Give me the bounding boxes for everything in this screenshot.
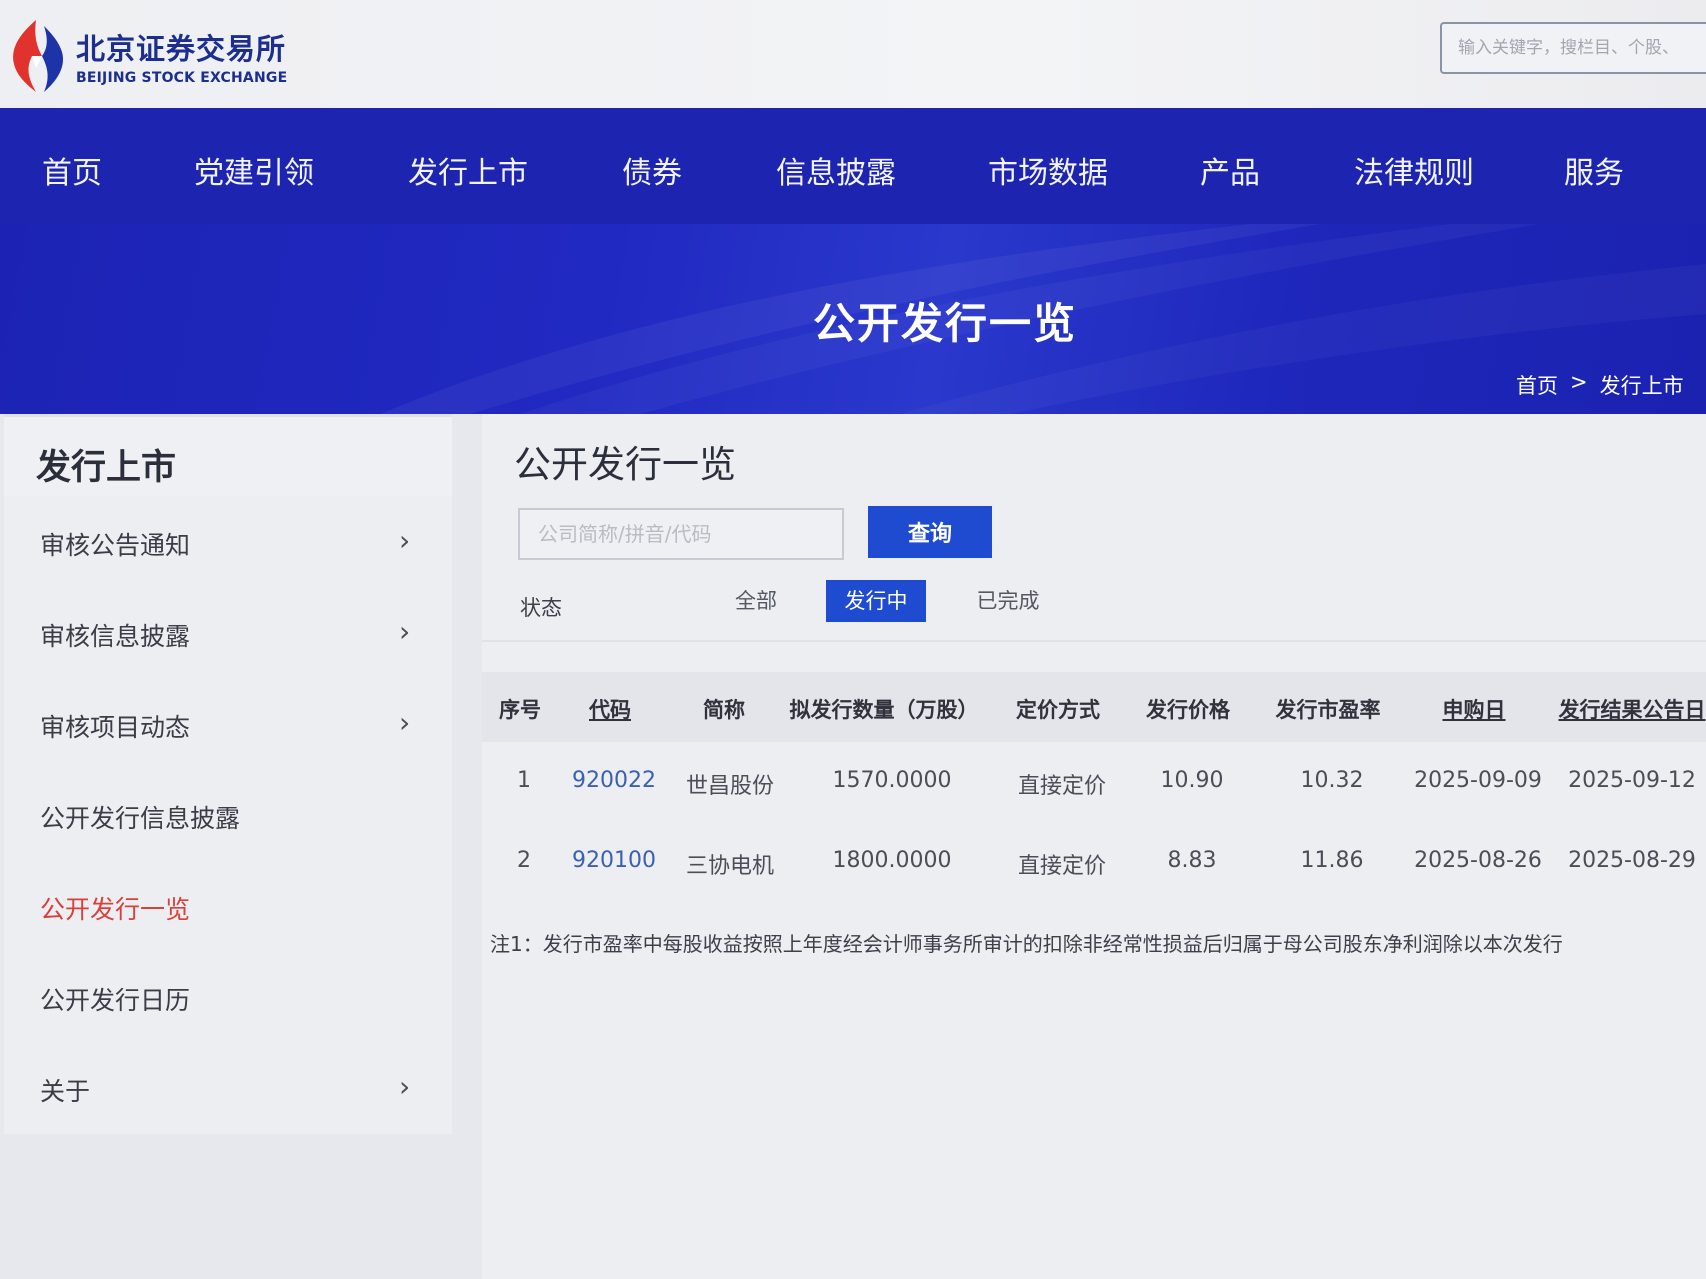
company-search-input[interactable] [518, 508, 844, 560]
sidebar-item-label: 公开发行日历 [40, 986, 191, 1015]
bse-logo[interactable]: 北京证券交易所 BEIJING STOCK EXCHANGE [6, 16, 287, 96]
sidebar-item-public-overview[interactable]: 公开发行一览 [4, 862, 452, 952]
site-header: 北京证券交易所 BEIJING STOCK EXCHANGE [0, 0, 1706, 108]
cell-index: 1 [517, 768, 531, 793]
chevron-right-icon: › [399, 706, 411, 739]
sidebar-item-label: 关于 [40, 1077, 91, 1106]
cell-index: 2 [517, 848, 531, 873]
sidebar-item-label: 审核公告通知 [40, 531, 191, 560]
chevron-right-icon: › [399, 524, 411, 557]
cell-shares: 1570.0000 [832, 768, 952, 793]
sidebar: 发行上市 审核公告通知 › 审核信息披露 › 审核项目动态 › 公开发行信息披露… [4, 414, 452, 1134]
column-header-code[interactable]: 代码 [589, 694, 631, 724]
column-header-shares: 拟发行数量（万股） [789, 698, 979, 722]
status-filter: 状态 全部 发行中 已完成 [482, 574, 1706, 630]
cell-result-date: 2025-09-12 [1568, 768, 1696, 793]
table-row: 1 920022 世昌股份 1570.0000 直接定价 10.90 10.32… [482, 742, 1706, 820]
breadcrumb-home[interactable]: 首页 [1516, 370, 1558, 400]
column-header-index: 序号 [499, 698, 541, 722]
status-filter-label: 状态 [520, 596, 562, 620]
footnote: 注1：发行市盈率中每股收益按照上年度经会计师事务所审计的扣除非经常性损益后归属于… [490, 932, 1563, 956]
banner-title: 公开发行一览 [812, 299, 1077, 348]
cell-subscription-date: 2025-08-26 [1414, 848, 1542, 873]
status-option-completed[interactable]: 已完成 [962, 580, 1054, 622]
column-header-subscription-date[interactable]: 申购日 [1443, 694, 1506, 724]
sidebar-item-label: 公开发行一览 [40, 895, 191, 924]
divider [482, 640, 1706, 642]
table-header: 序号 代码 简称 拟发行数量（万股） 定价方式 发行价格 发行市盈率 申购日 发… [482, 672, 1706, 742]
page-banner: 公开发行一览 首页 > 发行上市 [0, 224, 1706, 414]
breadcrumb-separator: > [1570, 370, 1588, 394]
nav-item-services[interactable]: 服务 [1564, 148, 1624, 192]
sidebar-header: 发行上市 [4, 414, 452, 496]
logo-english-name: BEIJING STOCK EXCHANGE [76, 70, 288, 86]
nav-item-party[interactable]: 党建引领 [194, 148, 314, 192]
logo-chinese-name: 北京证券交易所 [76, 32, 287, 66]
chevron-right-icon: › [399, 615, 411, 648]
breadcrumb-listing[interactable]: 发行上市 [1600, 370, 1684, 400]
cell-code-link[interactable]: 920022 [572, 768, 656, 793]
nav-item-products[interactable]: 产品 [1200, 148, 1260, 192]
column-header-result-date[interactable]: 发行结果公告日 [1559, 694, 1706, 724]
cell-pricing: 直接定价 [1017, 774, 1107, 799]
cell-pe: 10.32 [1300, 768, 1364, 793]
nav-item-listing[interactable]: 发行上市 [408, 148, 528, 192]
column-header-pricing: 定价方式 [1016, 698, 1100, 722]
cell-pe: 11.86 [1300, 848, 1364, 873]
page-title: 公开发行一览 [514, 443, 736, 486]
query-button[interactable]: 查询 [868, 506, 992, 558]
sidebar-item-public-calendar[interactable]: 公开发行日历 [4, 953, 452, 1043]
sidebar-item-review-notices[interactable]: 审核公告通知 › [4, 498, 452, 588]
cell-shares: 1800.0000 [832, 848, 952, 873]
cell-result-date: 2025-08-29 [1568, 848, 1696, 873]
sidebar-title: 发行上市 [36, 448, 177, 488]
column-header-pe: 发行市盈率 [1275, 698, 1381, 722]
column-header-price: 发行价格 [1146, 698, 1230, 722]
sidebar-item-review-disclosure[interactable]: 审核信息披露 › [4, 589, 452, 679]
sidebar-item-label: 公开发行信息披露 [40, 804, 241, 833]
table-row: 2 920100 三协电机 1800.0000 直接定价 8.83 11.86 … [482, 822, 1706, 900]
column-header-name: 简称 [703, 698, 745, 722]
nav-item-bonds[interactable]: 债券 [622, 148, 682, 192]
main-nav: 首页 党建引领 发行上市 债券 信息披露 市场数据 产品 法律规则 服务 [0, 108, 1706, 224]
cell-price: 8.83 [1167, 848, 1217, 873]
status-option-issuing[interactable]: 发行中 [826, 580, 926, 622]
sidebar-item-about[interactable]: 关于 › [4, 1044, 452, 1134]
main-panel: 公开发行一览 查询 状态 全部 发行中 已完成 序号 代码 简称 拟发行数量（万… [482, 414, 1706, 1279]
site-search-input[interactable] [1440, 22, 1706, 74]
breadcrumb: 首页 > 发行上市 [1516, 370, 1684, 400]
bse-logo-icon [13, 20, 64, 92]
status-option-all[interactable]: 全部 [714, 580, 798, 622]
chevron-right-icon: › [399, 1070, 411, 1103]
sidebar-item-public-disclosure[interactable]: 公开发行信息披露 [4, 771, 452, 861]
nav-item-rules[interactable]: 法律规则 [1354, 148, 1474, 192]
nav-item-home[interactable]: 首页 [42, 148, 102, 192]
cell-subscription-date: 2025-09-09 [1414, 768, 1542, 793]
nav-item-disclosure[interactable]: 信息披露 [776, 148, 896, 192]
cell-pricing: 直接定价 [1017, 854, 1107, 879]
cell-code-link[interactable]: 920100 [572, 848, 656, 873]
nav-item-market-data[interactable]: 市场数据 [988, 148, 1108, 192]
cell-price: 10.90 [1160, 768, 1224, 793]
sidebar-item-label: 审核信息披露 [40, 622, 191, 651]
cell-name: 世昌股份 [685, 774, 775, 799]
sidebar-item-review-projects[interactable]: 审核项目动态 › [4, 680, 452, 770]
cell-name: 三协电机 [685, 854, 775, 879]
sidebar-item-label: 审核项目动态 [40, 713, 191, 742]
